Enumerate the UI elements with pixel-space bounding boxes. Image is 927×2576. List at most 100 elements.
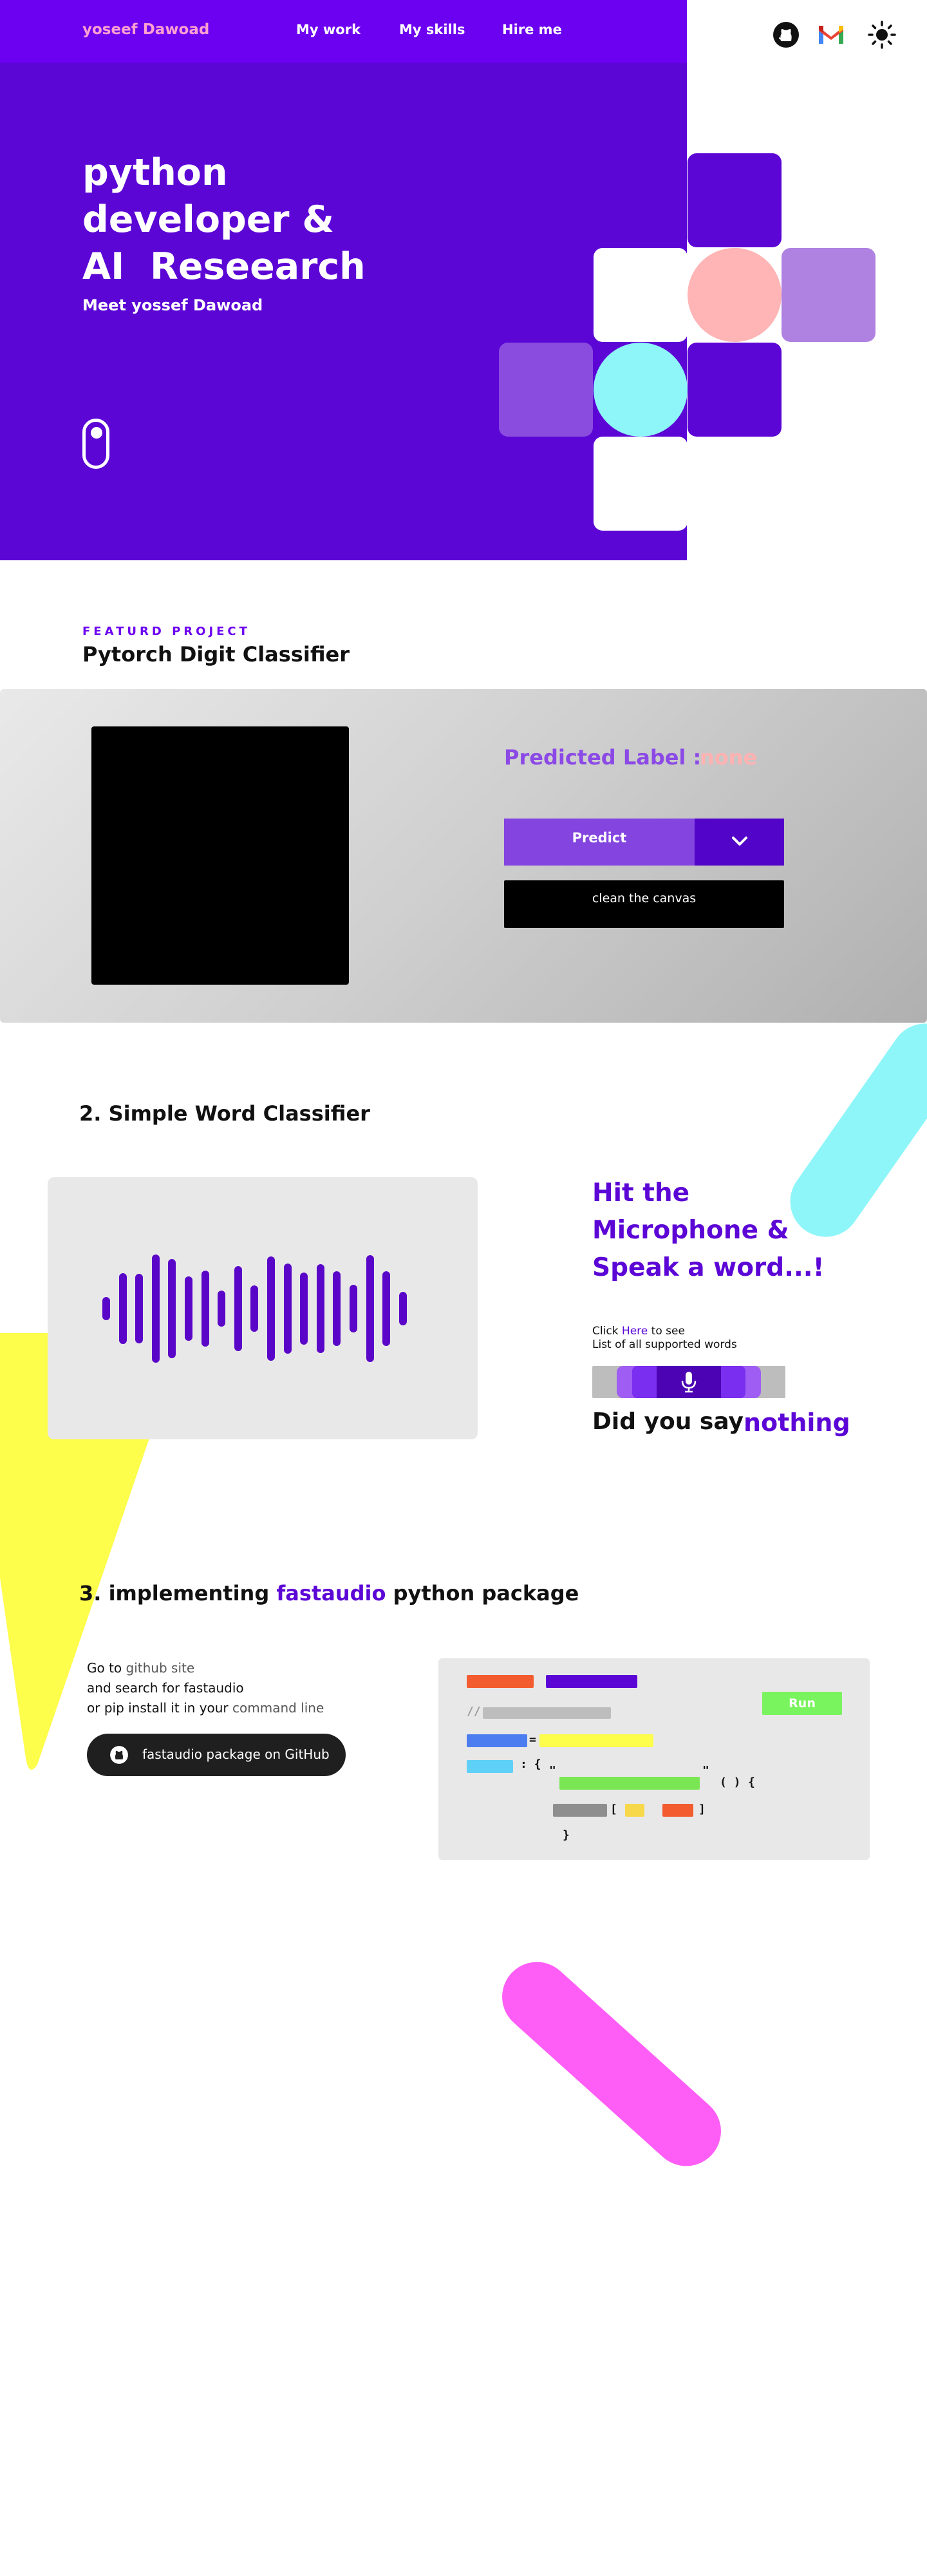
code-token-bar [483, 1707, 611, 1719]
waveform-bar [382, 1271, 391, 1346]
brand-logo[interactable]: yoseef Dawoad [82, 21, 209, 38]
section-title: 3. implementing fastaudio python package [79, 1581, 579, 1605]
code-quote: " [702, 1764, 709, 1777]
waveform-bar [350, 1285, 357, 1332]
code-token-bar [546, 1675, 637, 1688]
waveform-bar [250, 1285, 259, 1332]
code-quote: " [549, 1764, 556, 1777]
waveform-bar [316, 1264, 324, 1353]
waveform-bar [398, 1292, 407, 1325]
waveform-panel [48, 1177, 478, 1439]
section-title: 2. Simple Word Classifier [79, 1101, 370, 1126]
waveform-bar [267, 1256, 275, 1361]
command-line-text: command line [232, 1700, 324, 1716]
hero-title-line: developer & [82, 198, 335, 241]
instruction-line: Go to github site [87, 1660, 194, 1676]
title-highlight: fastaudio [276, 1581, 386, 1605]
code-token-bar [559, 1777, 700, 1790]
code-token-bar [625, 1804, 644, 1817]
code-preview-panel: Run // = : { " " ( ) { [ ] } [438, 1658, 870, 1860]
waveform-bar [201, 1271, 209, 1347]
waveform-bar [283, 1264, 292, 1354]
code-token-bar [539, 1734, 653, 1747]
microphone-button[interactable] [617, 1366, 761, 1398]
waveform-bar [333, 1271, 341, 1346]
instruction-text: Go to [87, 1660, 126, 1676]
did-you-say-label: Did you say [592, 1408, 744, 1435]
code-colon-brace: : { [520, 1757, 541, 1771]
waveform-bar [234, 1266, 242, 1351]
title-text: 3. implementing [79, 1581, 277, 1605]
code-parens: ( ) [720, 1776, 741, 1789]
drawing-canvas[interactable] [91, 726, 349, 985]
waveform-bar [185, 1276, 192, 1341]
code-bracket: ] [698, 1803, 706, 1816]
predicted-label-caption: Predicted Label : [504, 745, 702, 770]
nav-my-work[interactable]: My work [296, 22, 360, 37]
github-icon[interactable] [771, 20, 801, 50]
section-kicker: FEATURD PROJECT [82, 625, 250, 638]
hero-title: python developer & AI Reseearch [82, 149, 366, 290]
nav-my-skills[interactable]: My skills [399, 22, 465, 37]
waveform-bar [168, 1259, 176, 1358]
deco-circle [594, 343, 688, 437]
microphone-heading-line: Microphone & [592, 1216, 789, 1245]
waveform-bar [151, 1255, 160, 1363]
deco-tile [499, 343, 593, 437]
waveform-bar [118, 1273, 127, 1344]
deco-tile [782, 248, 876, 342]
deco-tile [594, 437, 688, 531]
run-button[interactable]: Run [762, 1692, 842, 1715]
deco-stripe-magenta [487, 1947, 736, 2181]
waveform-bar [366, 1255, 374, 1362]
github-button-label: fastaudio package on GitHub [142, 1747, 330, 1762]
deco-tile [688, 343, 782, 437]
predict-dropdown-button[interactable] [695, 819, 784, 866]
nav-hire-me[interactable]: Hire me [502, 22, 562, 37]
scroll-dot [91, 427, 102, 439]
supported-words-link[interactable]: Here [622, 1325, 648, 1338]
waveform-bar [135, 1274, 144, 1343]
title-text: python package [386, 1581, 579, 1605]
hero-subtitle: Meet yossef Dawoad [82, 296, 263, 314]
instruction-line: or pip install it in your command line [87, 1700, 324, 1716]
chevron-down-icon [732, 837, 747, 846]
code-equals: = [529, 1733, 536, 1747]
github-package-button[interactable]: fastaudio package on GitHub [87, 1734, 346, 1776]
microphone-heading-line: Speak a word...! [592, 1253, 825, 1282]
code-token-bar [553, 1804, 607, 1817]
github-site-link[interactable]: github site [126, 1660, 195, 1676]
predicted-label-value: none [700, 745, 758, 770]
code-brace: } [563, 1828, 570, 1842]
audio-waveform [48, 1177, 478, 1439]
code-token-bar [662, 1804, 693, 1817]
hint-text: to see [648, 1325, 685, 1338]
hero-title-line: python [82, 151, 228, 194]
deco-tile [688, 153, 782, 247]
supported-words-text: List of all supported words [592, 1338, 737, 1351]
section-title: Pytorch Digit Classifier [82, 642, 350, 667]
code-token-bar [467, 1760, 513, 1773]
instruction-text: or pip install it in your [87, 1700, 233, 1716]
deco-tile [594, 248, 688, 342]
sun-icon[interactable] [867, 20, 897, 50]
microphone-icon [681, 1372, 697, 1393]
code-token-bar [467, 1734, 527, 1747]
code-bracket: [ [610, 1803, 617, 1816]
scroll-indicator-icon[interactable] [82, 419, 109, 469]
microphone-heading: Hit the Microphone & Speak a word...! [592, 1175, 824, 1287]
predict-button[interactable]: Predict [504, 819, 695, 866]
clean-canvas-button[interactable]: clean the canvas [504, 880, 784, 928]
gmail-icon[interactable] [816, 20, 846, 50]
instruction-line: and search for fastaudio [87, 1680, 244, 1696]
did-you-say-value: nothing [744, 1408, 850, 1437]
microphone-heading-line: Hit the [592, 1179, 690, 1208]
microphone-button-core [657, 1366, 721, 1398]
waveform-bar [102, 1297, 110, 1320]
waveform-bar [218, 1291, 226, 1327]
deco-circle [688, 248, 782, 342]
code-token-bar [467, 1675, 534, 1688]
code-comment: // [467, 1705, 481, 1718]
hint-text: Click [592, 1325, 622, 1338]
github-icon [110, 1746, 128, 1764]
